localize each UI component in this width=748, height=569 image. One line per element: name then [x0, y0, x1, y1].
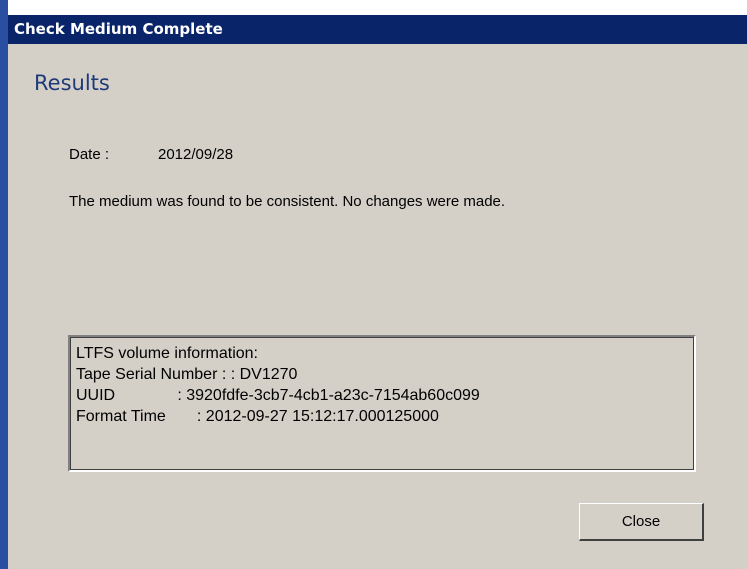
window-title: Check Medium Complete — [14, 20, 223, 38]
volume-info-line: UUID : 3920fdfe-3cb7-4cb1-a23c-7154ab60c… — [76, 387, 480, 404]
date-value: 2012/09/28 — [158, 146, 234, 163]
result-message: The medium was found to be consistent. N… — [69, 193, 506, 210]
volume-info-textbox[interactable]: LTFS volume information: Tape Serial Num… — [68, 335, 696, 472]
volume-info-line: LTFS volume information: — [76, 345, 258, 362]
results-heading: Results — [34, 71, 110, 95]
close-button[interactable]: Close — [579, 503, 704, 541]
date-label: Date : — [69, 146, 110, 163]
title-bar[interactable]: Check Medium Complete — [8, 15, 747, 44]
volume-info-line: Tape Serial Number : : DV1270 — [76, 366, 298, 383]
dialog-window: Check Medium Complete Results Date : 201… — [0, 0, 748, 569]
volume-info-line: Format Time : 2012-09-27 15:12:17.000125… — [76, 408, 439, 425]
top-strip — [8, 0, 747, 15]
